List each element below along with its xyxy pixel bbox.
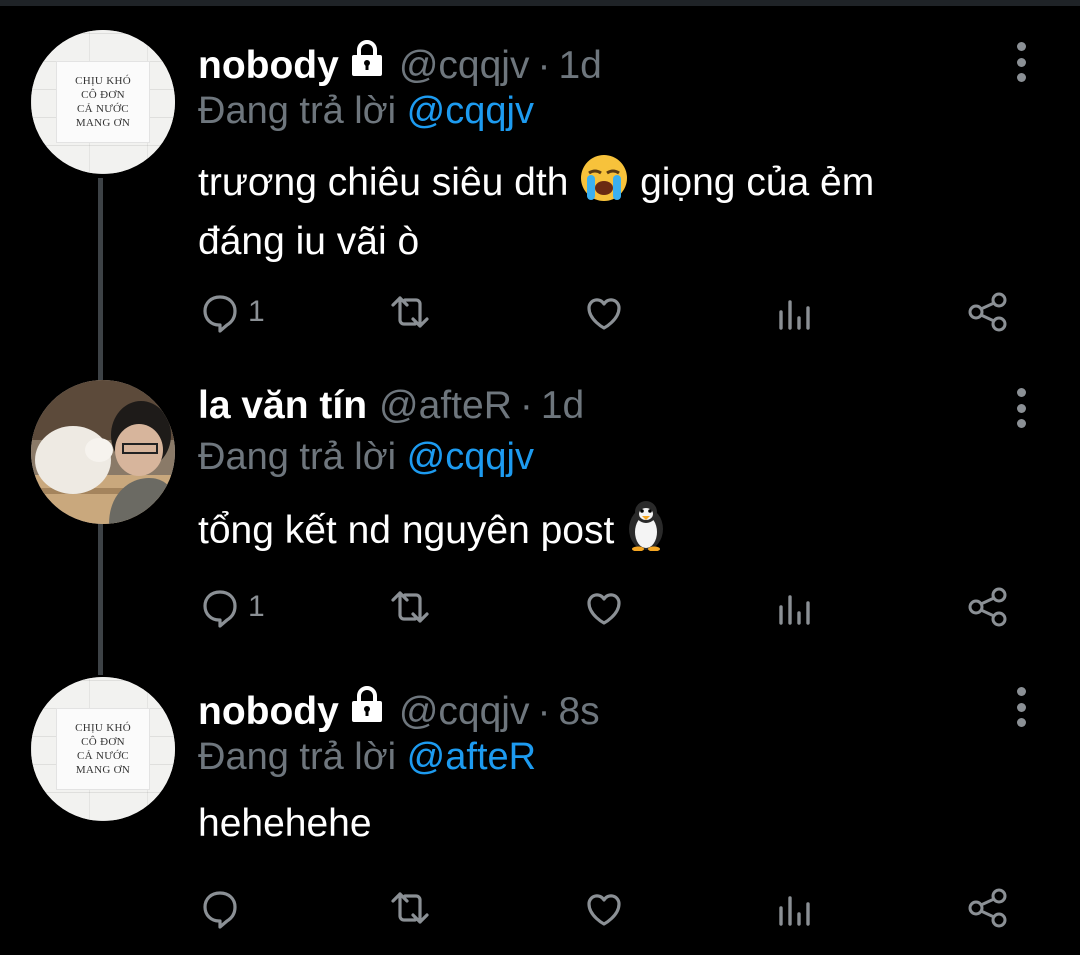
reply-icon	[203, 295, 237, 333]
display-name[interactable]: la văn tín	[198, 384, 367, 428]
like-button[interactable]	[582, 585, 626, 629]
mention-link[interactable]: @cqqjv	[407, 90, 534, 132]
share-icon	[968, 587, 1007, 627]
analytics-button[interactable]	[774, 886, 818, 930]
separator: ·	[537, 44, 551, 87]
retweet-icon	[391, 296, 429, 328]
more-icon[interactable]	[1005, 687, 1037, 727]
mention-link[interactable]: @cqqjv	[407, 436, 534, 478]
lock-icon	[347, 38, 387, 78]
tweet-actions: 1	[0, 290, 1080, 334]
retweet-button[interactable]	[388, 585, 432, 629]
avatar[interactable]	[31, 380, 175, 524]
reply-button[interactable]: 1	[198, 290, 265, 334]
avatar-image-sign: CHỊU KHÓ CÔ ĐƠN CẢ NƯỚC MANG ƠN	[31, 30, 175, 174]
avatar[interactable]: CHỊU KHÓ CÔ ĐƠN CẢ NƯỚC MANG ƠN	[31, 30, 175, 174]
share-icon	[968, 888, 1007, 928]
tweet-text: tổng kết nd nguyên post	[198, 499, 998, 564]
tweet-header: nobody @cqqjv · 1d	[198, 38, 602, 87]
tweet-actions	[0, 886, 1080, 930]
timestamp[interactable]: 8s	[558, 690, 599, 734]
mention-link[interactable]: @afteR	[407, 736, 536, 778]
analytics-button[interactable]	[774, 585, 818, 629]
thread-line	[98, 178, 103, 383]
display-name[interactable]: nobody	[198, 44, 339, 88]
tweet-header: nobody @cqqjv · 8s	[198, 684, 600, 733]
tweet-header: la văn tín @afteR · 1d	[198, 384, 584, 428]
like-icon	[587, 593, 621, 625]
like-button[interactable]	[582, 886, 626, 930]
share-button[interactable]	[966, 290, 1010, 334]
retweet-button[interactable]	[388, 886, 432, 930]
like-button[interactable]	[582, 290, 626, 334]
tweet-text: hehehehe	[198, 802, 372, 845]
avatar-image-sign: CHỊU KHÓ CÔ ĐƠN CẢ NƯỚC MANG ƠN	[31, 677, 175, 821]
timestamp[interactable]: 1d	[541, 384, 584, 428]
share-button[interactable]	[966, 585, 1010, 629]
retweet-icon	[391, 892, 429, 924]
top-divider	[0, 0, 1080, 6]
analytics-button[interactable]	[774, 290, 818, 334]
reply-count: 1	[248, 590, 265, 623]
tweet-actions: 1	[0, 585, 1080, 629]
share-button[interactable]	[966, 886, 1010, 930]
reply-button[interactable]	[198, 886, 248, 930]
tweet-text: trương chiêu siêu dth giọng của ẻm đáng …	[198, 153, 998, 267]
separator: ·	[519, 384, 533, 427]
reply-icon	[203, 891, 237, 929]
loudly-crying-face-icon	[579, 153, 629, 216]
like-icon	[587, 894, 621, 926]
display-name[interactable]: nobody	[198, 690, 339, 734]
share-icon	[968, 292, 1007, 332]
analytics-icon	[779, 896, 810, 926]
handle[interactable]: @afteR	[379, 384, 512, 428]
avatar[interactable]: CHỊU KHÓ CÔ ĐƠN CẢ NƯỚC MANG ƠN	[31, 677, 175, 821]
analytics-icon	[779, 595, 810, 625]
reply-count: 1	[248, 295, 265, 328]
lock-icon	[347, 684, 387, 724]
penguin-icon	[625, 499, 667, 564]
timestamp[interactable]: 1d	[558, 44, 601, 88]
reply-button[interactable]: 1	[198, 585, 265, 629]
replying-to: Đang trả lời @cqqjv	[198, 436, 534, 478]
separator: ·	[537, 690, 551, 733]
reply-icon	[203, 590, 237, 628]
more-icon[interactable]	[1005, 388, 1037, 428]
handle[interactable]: @cqqjv	[399, 690, 530, 734]
like-icon	[587, 298, 621, 330]
analytics-icon	[779, 300, 810, 330]
handle[interactable]: @cqqjv	[399, 44, 530, 88]
more-icon[interactable]	[1005, 42, 1037, 82]
replying-to: Đang trả lời @cqqjv	[198, 90, 534, 132]
replying-to: Đang trả lời @afteR	[198, 736, 537, 778]
retweet-button[interactable]	[388, 290, 432, 334]
retweet-icon	[391, 591, 429, 623]
avatar-image-person-with-dog	[31, 380, 175, 524]
